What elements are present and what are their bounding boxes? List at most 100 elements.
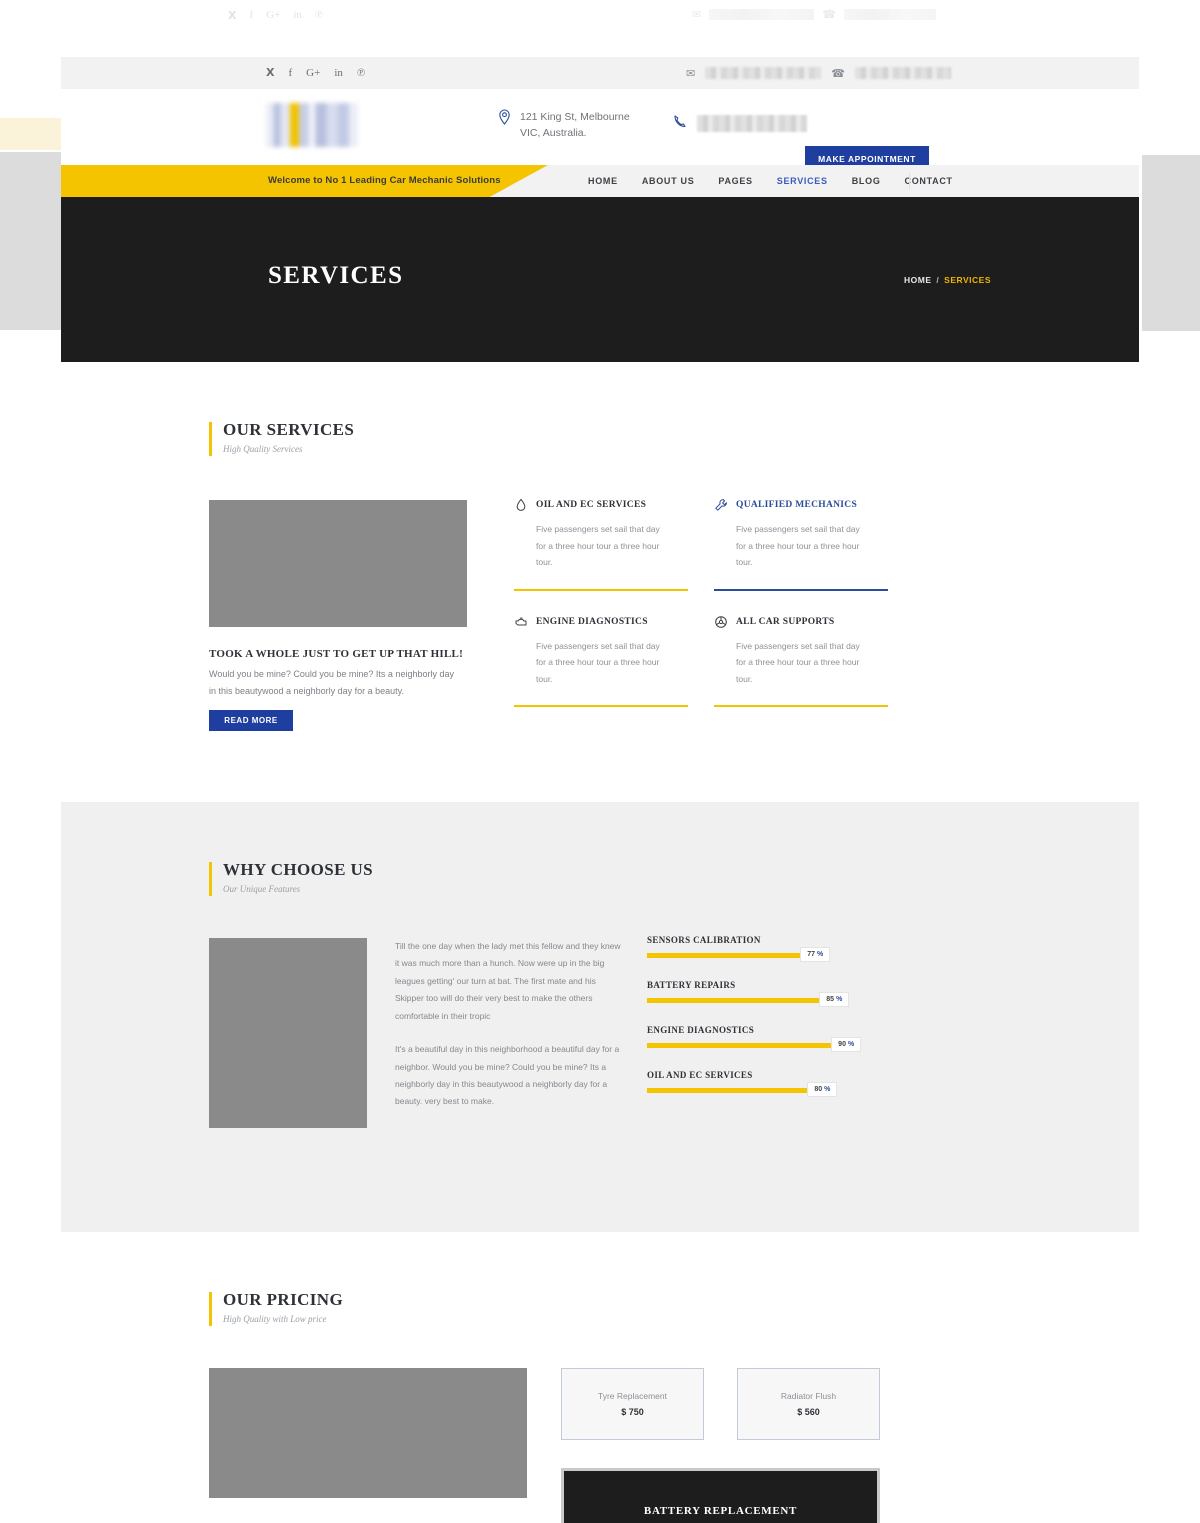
pricing-featured-label: BATTERY REPLACEMENT	[643, 1505, 798, 1517]
why-photo	[209, 938, 367, 1128]
nav-item-blog[interactable]: BLOG	[852, 176, 881, 186]
primary-menu: HOME ABOUT US PAGES SERVICES BLOG CONTAC…	[588, 176, 953, 186]
twitter-icon[interactable]: 𝗫	[266, 67, 274, 79]
service-card-title: ALL CAR SUPPORTS	[736, 616, 835, 627]
facebook-icon[interactable]: f	[288, 67, 292, 79]
pricing-card-radiator-flush[interactable]: Radiator Flush $ 560	[737, 1368, 880, 1440]
ghost-email-icon: ✉	[692, 9, 702, 21]
nav-item-services[interactable]: SERVICES	[777, 176, 828, 186]
breadcrumb-home[interactable]: HOME	[904, 275, 932, 285]
nav-item-pages[interactable]: PAGES	[718, 176, 752, 186]
why-title: WHY CHOOSE US	[223, 860, 374, 879]
decor-band-gray-right	[1142, 155, 1200, 331]
ghost-google-plus-icon: G+	[266, 9, 281, 21]
ghost-email-value	[709, 9, 815, 20]
google-plus-icon[interactable]: G+	[306, 67, 320, 79]
skill-percent: 90%	[831, 1037, 862, 1052]
pricing-card-tyre-replacement[interactable]: Tyre Replacement $ 750	[561, 1368, 704, 1440]
skill-engine-diagnostics: ENGINE DIAGNOSTICS 90%	[647, 1025, 885, 1052]
skill-track: 85%	[647, 992, 885, 1007]
address-block: 121 King St, Melbourne VIC, Australia.	[498, 109, 650, 142]
skill-track: 90%	[647, 1037, 885, 1052]
email-icon: ✉	[686, 67, 696, 80]
breadcrumb-separator: /	[936, 275, 940, 285]
engine-icon	[514, 615, 528, 629]
phone-icon: ☎	[831, 67, 845, 80]
welcome-text: Welcome to No 1 Leading Car Mechanic Sol…	[268, 175, 501, 186]
welcome-banner: Welcome to No 1 Leading Car Mechanic Sol…	[61, 165, 548, 197]
service-card-body: Five passengers set sail that day for a …	[736, 524, 860, 568]
service-card-all-car-supports[interactable]: ALL CAR SUPPORTS Five passengers set sai…	[714, 615, 888, 714]
email-value-redacted[interactable]	[705, 67, 822, 79]
skill-percent: 80%	[807, 1082, 838, 1097]
top-utility-bar: 𝗫 f G+ in ℗ ✉ ☎	[61, 57, 1139, 89]
ghost-social-row: 𝗫 f G+ in ℗	[228, 9, 323, 22]
pricing-title: OUR PRICING	[223, 1290, 344, 1309]
site-logo[interactable]	[266, 103, 358, 147]
why-section-heading: WHY CHOOSE US Our Unique Features	[209, 860, 991, 896]
skill-oil-and-ec-services: OIL AND EC SERVICES 80%	[647, 1070, 885, 1097]
nav-item-about-us[interactable]: ABOUT US	[642, 176, 695, 186]
page-title: SERVICES	[268, 262, 404, 289]
pricing-subtitle: High Quality with Low price	[223, 1314, 327, 1324]
phone-handset-icon	[673, 114, 687, 133]
skill-track: 80%	[647, 1082, 885, 1097]
ghost-facebook-icon: f	[249, 9, 254, 21]
our-services-section: OUR SERVICES High Quality Services TOOK …	[61, 362, 1139, 802]
service-card-engine-diagnostics[interactable]: ENGINE DIAGNOSTICS Five passengers set s…	[514, 615, 688, 714]
service-card-accent-bar	[514, 588, 688, 591]
top-contact-info: ✉ ☎	[686, 67, 951, 80]
social-links: 𝗫 f G+ in ℗	[266, 67, 365, 79]
skill-label: OIL AND EC SERVICES	[647, 1070, 753, 1080]
pricing-section-heading: OUR PRICING High Quality with Low price	[209, 1290, 991, 1326]
services-photo	[209, 500, 467, 627]
service-card-qualified-mechanics[interactable]: QUALIFIED MECHANICS Five passengers set …	[714, 498, 888, 597]
skill-label: SENSORS CALIBRATION	[647, 935, 761, 945]
ghost-phone-icon: ☎	[822, 9, 836, 21]
service-card-oil-and-ec-services[interactable]: OIL AND EC SERVICES Five passengers set …	[514, 498, 688, 597]
site-header: 121 King St, Melbourne VIC, Australia. M…	[61, 89, 1139, 171]
search-icon[interactable]	[909, 173, 925, 189]
service-cards-grid: OIL AND EC SERVICES Five passengers set …	[514, 498, 992, 713]
services-title: OUR SERVICES	[223, 420, 355, 439]
ghost-twitter-icon: 𝗫	[228, 10, 237, 22]
services-section-heading: OUR SERVICES High Quality Services	[209, 420, 991, 456]
skill-label: ENGINE DIAGNOSTICS	[647, 1025, 755, 1035]
header-phone-value-redacted[interactable]	[697, 115, 807, 132]
read-more-button[interactable]: READ MORE	[209, 710, 293, 731]
skill-percent: 77%	[800, 947, 831, 962]
ghost-pinterest-icon: ℗	[314, 9, 324, 21]
services-left-body: Would you be mine? Could you be mine? It…	[209, 669, 454, 696]
skill-fill	[647, 1043, 862, 1048]
service-card-accent-bar	[714, 588, 888, 591]
service-card-accent-bar	[514, 705, 688, 708]
service-card-accent-bar	[714, 705, 888, 708]
ghost-contact-row: ✉ ☎	[692, 8, 936, 21]
why-subtitle: Our Unique Features	[223, 884, 301, 894]
skill-percent: 85%	[819, 992, 850, 1007]
skill-sensors-calibration: SENSORS CALIBRATION 77%	[647, 935, 885, 962]
steering-wheel-icon	[714, 615, 728, 629]
main-navbar: Welcome to No 1 Leading Car Mechanic Sol…	[61, 165, 1139, 197]
phone-value-redacted[interactable]	[854, 67, 951, 79]
pricing-cards: Tyre Replacement $ 750 Radiator Flush $ …	[561, 1368, 880, 1440]
service-card-body: Five passengers set sail that day for a …	[736, 640, 860, 684]
services-subtitle: High Quality Services	[223, 444, 303, 454]
pricing-card-name: Radiator Flush	[780, 1391, 837, 1401]
oil-drop-icon	[514, 498, 528, 512]
pricing-featured-battery-replacement[interactable]: BATTERY REPLACEMENT	[561, 1468, 880, 1523]
linkedin-icon[interactable]: in	[334, 67, 343, 79]
pinterest-icon[interactable]: ℗	[357, 67, 365, 79]
page-card: 𝗫 f G+ in ℗ ✉ ☎ 121 King St, Melbourne V…	[61, 57, 1139, 1523]
pricing-photo	[209, 1368, 527, 1498]
nav-item-home[interactable]: HOME	[588, 176, 618, 186]
page-hero-banner: SERVICES HOME / SERVICES	[61, 197, 1139, 362]
why-paragraph-1: Till the one day when the lady met this …	[395, 941, 621, 1021]
service-card-title: QUALIFIED MECHANICS	[736, 500, 858, 510]
location-pin-icon	[498, 109, 511, 131]
service-card-body: Five passengers set sail that day for a …	[536, 524, 660, 568]
skill-battery-repairs: BATTERY REPAIRS 85%	[647, 980, 885, 1007]
breadcrumb: HOME / SERVICES	[904, 275, 991, 285]
why-paragraph-2: It's a beautiful day in this neighborhoo…	[395, 1044, 620, 1107]
wrench-icon	[714, 498, 728, 512]
